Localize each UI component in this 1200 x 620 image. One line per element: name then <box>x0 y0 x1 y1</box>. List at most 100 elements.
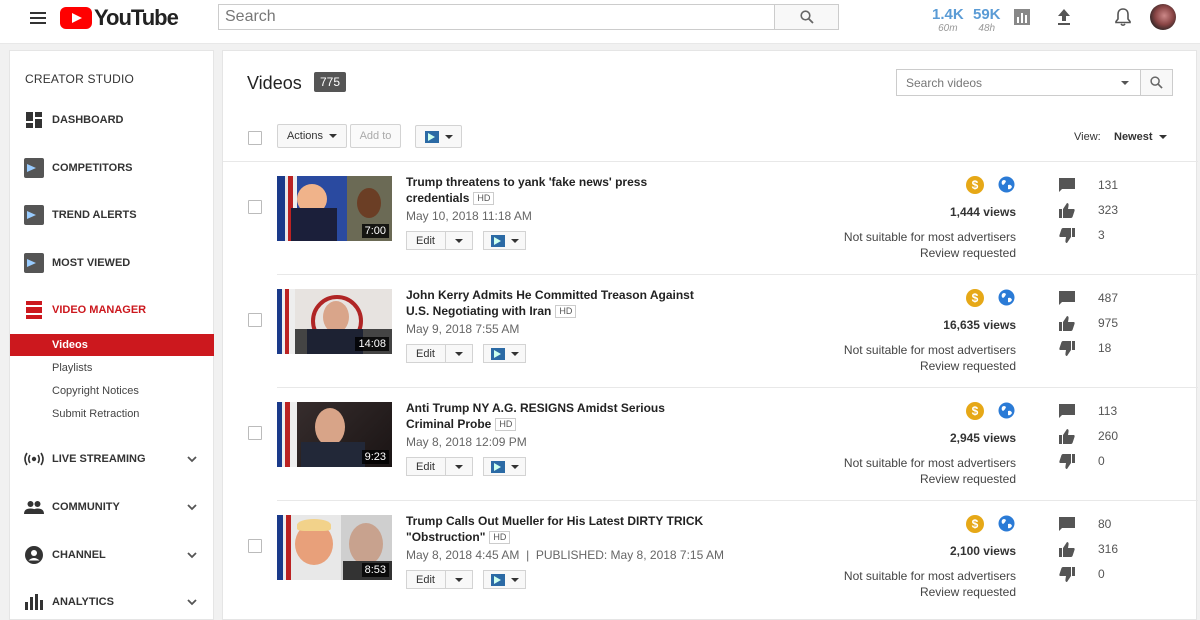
search-input[interactable] <box>218 4 775 30</box>
upload-icon[interactable] <box>1053 6 1075 28</box>
sort-dropdown[interactable]: Newest <box>1114 131 1167 143</box>
chevron-down-icon[interactable] <box>186 453 198 465</box>
hd-badge: HD <box>473 192 495 205</box>
sidebar-item-live-streaming[interactable]: LIVE STREAMING <box>10 445 215 473</box>
chevron-down-icon[interactable] <box>186 596 198 608</box>
dislike-count: 0 <box>1098 567 1105 581</box>
edit-button[interactable]: Edit <box>406 344 473 363</box>
vidiq-icon <box>24 158 44 178</box>
vidiq-video-dropdown[interactable] <box>483 457 526 476</box>
sidebar-item-most-viewed[interactable]: MOST VIEWED <box>10 249 215 277</box>
public-globe-icon[interactable] <box>998 402 1015 419</box>
video-title[interactable]: Trump threatens to yank 'fake news' pres… <box>406 174 706 206</box>
chevron-down-icon[interactable] <box>186 549 198 561</box>
sidebar-item-community[interactable]: COMMUNITY <box>10 493 215 521</box>
video-title[interactable]: Anti Trump NY A.G. RESIGNS Amidst Seriou… <box>406 400 706 432</box>
comment-icon <box>1058 177 1075 193</box>
actions-dropdown[interactable]: Actions <box>277 124 347 148</box>
review-status[interactable]: Review requested <box>816 245 1016 261</box>
sidebar-item-trend-alerts[interactable]: TREND ALERTS <box>10 201 215 229</box>
sidebar-item-competitors[interactable]: COMPETITORS <box>10 154 215 182</box>
thumbs-down-icon <box>1058 340 1075 356</box>
public-globe-icon[interactable] <box>998 289 1015 306</box>
video-date: May 9, 2018 7:55 AM <box>406 322 520 336</box>
bar-chart-icon[interactable] <box>1011 6 1033 28</box>
public-globe-icon[interactable] <box>998 515 1015 532</box>
sidebar-subitem-copyright-notices[interactable]: Copyright Notices <box>10 380 214 402</box>
caret-down-icon <box>329 134 338 138</box>
youtube-logo[interactable]: YouTube <box>60 5 179 30</box>
search-button[interactable] <box>774 4 839 30</box>
chevron-down-icon[interactable] <box>186 501 198 513</box>
like-count: 323 <box>1098 203 1119 217</box>
caret-down-icon[interactable] <box>455 577 463 582</box>
sidebar-subitem-playlists[interactable]: Playlists <box>10 357 214 379</box>
video-date: May 8, 2018 4:45 AM | PUBLISHED: May 8, … <box>406 548 724 562</box>
add-to-button[interactable]: Add to <box>350 124 401 148</box>
review-status[interactable]: Review requested <box>816 471 1016 487</box>
sidebar-item-channel[interactable]: CHANNEL <box>10 541 215 569</box>
video-checkbox[interactable] <box>248 313 262 327</box>
vidiq-icon <box>424 130 439 143</box>
edit-button[interactable]: Edit <box>406 231 473 250</box>
menu-icon[interactable] <box>30 12 46 24</box>
review-status[interactable]: Review requested <box>816 584 1016 600</box>
monetization-dollar-icon[interactable]: $ <box>966 515 984 533</box>
vidiq-video-dropdown[interactable] <box>483 231 526 250</box>
video-row: 14:08 John Kerry Admits He Committed Tre… <box>223 275 1198 388</box>
video-row: 9:23 Anti Trump NY A.G. RESIGNS Amidst S… <box>223 388 1198 501</box>
account-avatar[interactable] <box>1150 4 1176 30</box>
edit-button[interactable]: Edit <box>406 570 473 589</box>
view-label: View: <box>1074 131 1101 143</box>
video-row: 7:00 Trump threatens to yank 'fake news'… <box>223 162 1198 275</box>
video-thumbnail[interactable]: 7:00 <box>277 176 392 241</box>
youtube-play-icon <box>60 7 92 29</box>
caret-down-icon[interactable] <box>455 238 463 243</box>
sidebar-item-video-manager[interactable]: VIDEO MANAGER <box>10 296 215 324</box>
caret-down-icon[interactable] <box>455 351 463 356</box>
monetization-dollar-icon[interactable]: $ <box>966 402 984 420</box>
review-status[interactable]: Review requested <box>816 358 1016 374</box>
stat-realtime-48h[interactable]: 59K 48h <box>973 6 1001 34</box>
video-duration: 14:08 <box>355 337 389 351</box>
video-title[interactable]: Trump Calls Out Mueller for His Latest D… <box>406 513 706 545</box>
dislike-count: 18 <box>1098 341 1112 355</box>
vidiq-icon <box>490 460 505 473</box>
vidiq-video-dropdown[interactable] <box>483 344 526 363</box>
sidebar-subitem-submit-retraction[interactable]: Submit Retraction <box>10 403 214 425</box>
vidiq-icon <box>490 573 505 586</box>
monetization-dollar-icon[interactable]: $ <box>966 289 984 307</box>
view-count: 2,100 views <box>949 544 1016 558</box>
search-filter-dropdown-icon[interactable] <box>1121 81 1129 85</box>
search-videos-button[interactable] <box>1140 69 1173 96</box>
search-videos-input[interactable] <box>896 69 1141 96</box>
caret-down-icon <box>510 464 519 469</box>
vidiq-icon <box>24 253 44 273</box>
caret-down-icon[interactable] <box>455 464 463 469</box>
vidiq-video-dropdown[interactable] <box>483 570 526 589</box>
select-all-checkbox[interactable] <box>248 131 262 145</box>
vidiq-bulk-dropdown[interactable] <box>415 125 462 148</box>
like-count: 260 <box>1098 429 1119 443</box>
sidebar: CREATOR STUDIO DASHBOARD COMPETITORS TRE… <box>9 50 214 620</box>
video-checkbox[interactable] <box>248 200 262 214</box>
public-globe-icon[interactable] <box>998 176 1015 193</box>
caret-down-icon <box>510 577 519 582</box>
stat-realtime-60m[interactable]: 1.4K 60m <box>932 6 964 34</box>
sidebar-item-dashboard[interactable]: DASHBOARD <box>10 106 215 134</box>
video-checkbox[interactable] <box>248 539 262 553</box>
edit-button[interactable]: Edit <box>406 457 473 476</box>
notifications-bell-icon[interactable] <box>1112 6 1134 28</box>
video-checkbox[interactable] <box>248 426 262 440</box>
hd-badge: HD <box>489 531 511 544</box>
dislike-count: 3 <box>1098 228 1105 242</box>
video-thumbnail[interactable]: 14:08 <box>277 289 392 354</box>
video-title[interactable]: John Kerry Admits He Committed Treason A… <box>406 287 706 319</box>
sidebar-subitem-videos[interactable]: Videos <box>10 334 214 356</box>
video-thumbnail[interactable]: 9:23 <box>277 402 392 467</box>
monetization-dollar-icon[interactable]: $ <box>966 176 984 194</box>
thumbs-down-icon <box>1058 566 1075 582</box>
video-thumbnail[interactable]: 8:53 <box>277 515 392 580</box>
caret-down-icon <box>510 238 519 243</box>
sidebar-item-analytics[interactable]: ANALYTICS <box>10 588 215 616</box>
